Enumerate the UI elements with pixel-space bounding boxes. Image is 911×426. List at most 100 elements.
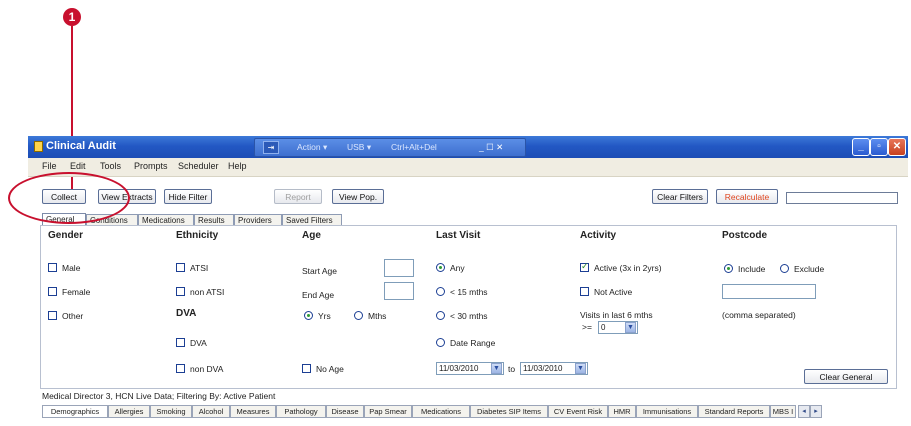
bottom-tab-strip: Demographics Allergies Smoking Alcohol M…	[42, 405, 894, 419]
other-checkbox[interactable]	[48, 311, 57, 320]
tab-disease[interactable]: Disease	[326, 405, 364, 418]
to-date-picker[interactable]: 11/03/2010 ▼	[520, 362, 588, 375]
tab-pathology[interactable]: Pathology	[276, 405, 326, 418]
any-radio[interactable]	[436, 263, 445, 272]
progress-bar	[786, 192, 898, 204]
recalculate-button[interactable]: Recalculate	[716, 189, 778, 204]
start-age-input[interactable]	[384, 259, 414, 277]
activity-header: Activity	[580, 230, 617, 241]
not-active-label: Not Active	[594, 287, 633, 297]
non-dva-label: non DVA	[190, 364, 224, 374]
postcode-note: (comma separated)	[722, 310, 796, 320]
tab-demographics[interactable]: Demographics	[42, 405, 108, 418]
scroll-left-icon[interactable]: ◂	[798, 405, 810, 418]
clear-general-button[interactable]: Clear General	[804, 369, 888, 384]
end-age-input[interactable]	[384, 282, 414, 300]
view-pop-button[interactable]: View Pop.	[332, 189, 384, 204]
menu-scheduler[interactable]: Scheduler	[178, 161, 219, 171]
tab-standard-reports[interactable]: Standard Reports	[698, 405, 770, 418]
rd-usb-menu[interactable]: USB ▾	[347, 142, 371, 153]
mths-radio[interactable]	[354, 311, 363, 320]
not-active-checkbox[interactable]	[580, 287, 589, 296]
visits-select[interactable]: 0 ▼	[598, 321, 638, 334]
any-label: Any	[450, 263, 465, 273]
female-label: Female	[62, 287, 91, 297]
tab-hmr[interactable]: HMR	[608, 405, 636, 418]
lt30-radio[interactable]	[436, 311, 445, 320]
tab-allergies[interactable]: Allergies	[108, 405, 150, 418]
male-checkbox[interactable]	[48, 263, 57, 272]
last-visit-header: Last Visit	[436, 230, 481, 241]
hide-filter-button[interactable]: Hide Filter	[164, 189, 212, 204]
atsi-checkbox[interactable]	[176, 263, 185, 272]
lt30-label: < 30 mths	[450, 311, 488, 321]
date-range-label: Date Range	[450, 338, 496, 348]
gender-header: Gender	[48, 230, 84, 241]
rd-action-menu[interactable]: Action ▾	[297, 142, 327, 153]
to-label: to	[508, 364, 516, 374]
app-icon	[34, 141, 43, 152]
scroll-right-icon[interactable]: ▸	[810, 405, 822, 418]
remote-desktop-bar: ⇥ Action ▾ USB ▾ Ctrl+Alt+Del _ ☐ ✕	[254, 138, 526, 157]
tab-diabetes-sip[interactable]: Diabetes SIP Items	[470, 405, 548, 418]
visits-dropdown-icon[interactable]: ▼	[625, 322, 636, 333]
start-age-label: Start Age	[302, 266, 337, 276]
lt15-label: < 15 mths	[450, 287, 488, 297]
menu-file[interactable]: File	[42, 161, 57, 171]
active-checkbox[interactable]	[580, 261, 589, 272]
yrs-label: Yrs	[318, 311, 331, 321]
pin-icon[interactable]: ⇥	[263, 141, 279, 154]
active-label: Active (3x in 2yrs)	[594, 263, 662, 273]
menu-prompts[interactable]: Prompts	[134, 161, 168, 171]
rd-ctrl-alt-del[interactable]: Ctrl+Alt+Del	[391, 142, 437, 152]
dva-checkbox[interactable]	[176, 338, 185, 347]
female-checkbox[interactable]	[48, 287, 57, 296]
tab-medications-bottom[interactable]: Medications	[412, 405, 470, 418]
date-range-radio[interactable]	[436, 338, 445, 347]
gte-label: >=	[582, 322, 592, 332]
non-dva-checkbox[interactable]	[176, 364, 185, 373]
title-bar: Clinical Audit ⇥ Action ▾ USB ▾ Ctrl+Alt…	[28, 136, 908, 158]
minimize-button[interactable]: _	[852, 138, 870, 156]
tab-pap-smear[interactable]: Pap Smear	[364, 405, 412, 418]
male-label: Male	[62, 263, 81, 273]
dva-label: DVA	[190, 338, 207, 348]
include-label: Include	[738, 264, 766, 274]
menu-help[interactable]: Help	[228, 161, 247, 171]
dva-header: DVA	[176, 308, 197, 319]
tab-measures[interactable]: Measures	[230, 405, 276, 418]
tab-smoking[interactable]: Smoking	[150, 405, 192, 418]
callout-highlight-ring	[8, 172, 130, 224]
callout-badge: 1	[63, 8, 81, 26]
clear-filters-button[interactable]: Clear Filters	[652, 189, 708, 204]
menu-edit[interactable]: Edit	[70, 161, 86, 171]
tab-cv-event-risk[interactable]: CV Event Risk	[548, 405, 608, 418]
atsi-label: ATSI	[190, 263, 209, 273]
non-atsi-checkbox[interactable]	[176, 287, 185, 296]
from-date-dropdown-icon[interactable]: ▼	[491, 363, 502, 374]
to-date-value: 11/03/2010	[523, 364, 563, 373]
report-button[interactable]: Report	[274, 189, 322, 204]
close-button[interactable]: ✕	[888, 138, 906, 156]
lt15-radio[interactable]	[436, 287, 445, 296]
from-date-value: 11/03/2010	[439, 364, 479, 373]
maximize-button[interactable]: ▫	[870, 138, 888, 156]
no-age-label: No Age	[316, 364, 344, 374]
include-radio[interactable]	[724, 264, 733, 273]
tab-alcohol[interactable]: Alcohol	[192, 405, 230, 418]
menu-tools[interactable]: Tools	[100, 161, 121, 171]
rd-window-controls[interactable]: _ ☐ ✕	[479, 142, 503, 153]
from-date-picker[interactable]: 11/03/2010 ▼	[436, 362, 504, 375]
yrs-radio[interactable]	[304, 311, 313, 320]
postcode-input[interactable]	[722, 284, 816, 299]
exclude-label: Exclude	[794, 264, 825, 274]
tab-mbs[interactable]: MBS I	[770, 405, 796, 418]
exclude-radio[interactable]	[780, 264, 789, 273]
to-date-dropdown-icon[interactable]: ▼	[575, 363, 586, 374]
no-age-checkbox[interactable]	[302, 364, 311, 373]
postcode-header: Postcode	[722, 230, 768, 241]
tab-immunisations[interactable]: Immunisations	[636, 405, 698, 418]
menu-bar: File Edit Tools Prompts Scheduler Help	[28, 158, 908, 177]
visits-label: Visits in last 6 mths	[580, 310, 653, 320]
status-text: Medical Director 3, HCN Live Data; Filte…	[42, 391, 276, 401]
